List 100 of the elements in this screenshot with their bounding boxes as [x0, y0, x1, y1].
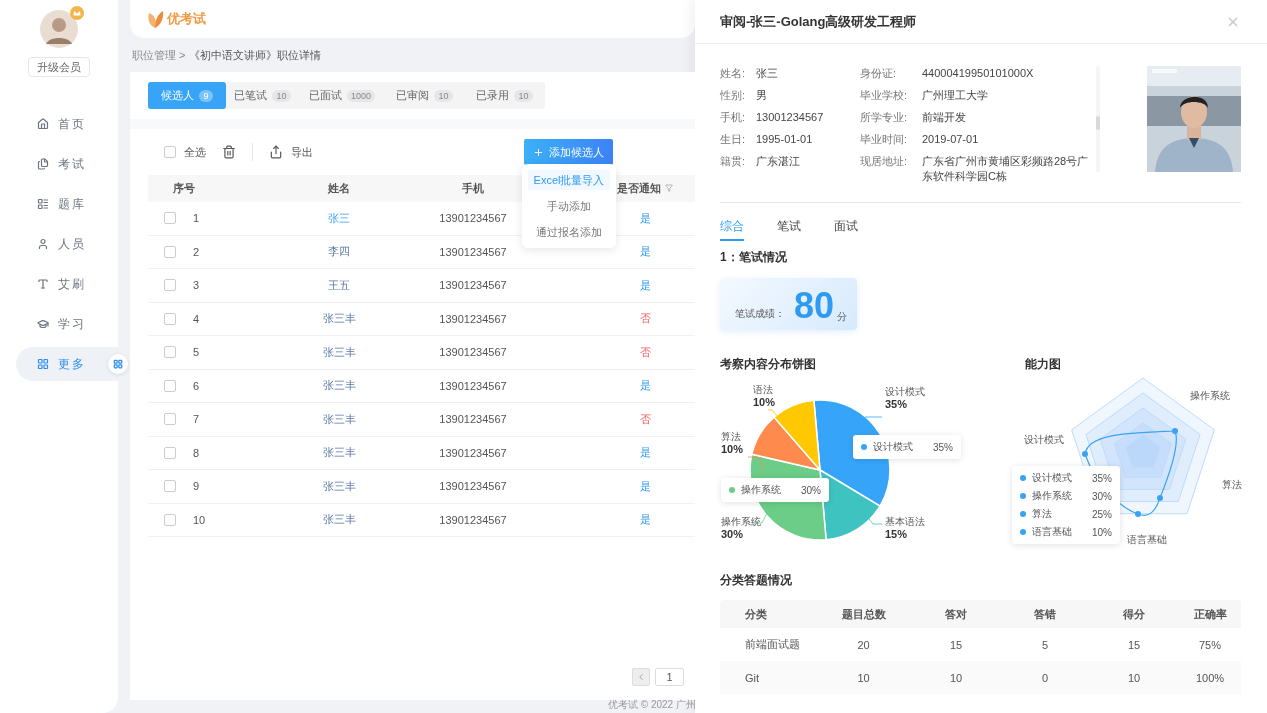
field-label: 现居地址: — [860, 154, 909, 169]
table-cell-text: 5 — [1040, 638, 1050, 651]
menu-item[interactable]: 通过报名添加 — [528, 222, 610, 242]
slice-value: 15% — [885, 528, 908, 540]
tab[interactable]: 已审阅 10 — [385, 82, 464, 109]
table-cell-text: 10 — [1126, 671, 1142, 684]
chart-title: 能力图 — [1025, 356, 1062, 373]
score-card: 笔试成绩： 80 分 — [720, 278, 857, 330]
checkbox[interactable] — [164, 446, 176, 459]
nav-item[interactable]: 更多 — [16, 347, 118, 381]
checkbox[interactable] — [164, 379, 176, 392]
filter-icon[interactable] — [665, 184, 673, 192]
breadcrumb-link[interactable]: 职位管理 > — [132, 47, 186, 63]
field-label: 身份证: — [860, 66, 898, 81]
grid-button[interactable] — [108, 354, 128, 374]
table-cell: 是 — [639, 378, 651, 394]
axis-label: 设计模式 — [1024, 433, 1064, 447]
checkbox[interactable] — [164, 513, 176, 526]
table-cell-text: Git — [744, 671, 761, 684]
slice-label: 算法 — [721, 430, 741, 444]
tab[interactable]: 已面试 1000 — [299, 82, 385, 109]
tab[interactable]: 候选人 9 — [148, 82, 226, 109]
table-cell: 是 — [639, 210, 651, 226]
tab[interactable]: 已笔试 10 — [226, 82, 299, 109]
table-cell: 6 — [193, 379, 200, 392]
field-value: 男 — [756, 88, 768, 103]
grid-icon — [113, 359, 123, 369]
table-cell: 13901234567 — [439, 480, 507, 493]
table-cell: 是 — [639, 277, 651, 293]
checkbox[interactable] — [164, 480, 176, 493]
table-cell: 13901234567 — [439, 413, 507, 426]
nav-item[interactable]: 学习 — [16, 307, 118, 341]
table-cell: 是 — [639, 244, 651, 260]
field-value: 44000419950101000X — [922, 66, 1035, 81]
column-header: 得分 — [1122, 606, 1146, 622]
checkbox[interactable] — [164, 346, 176, 359]
list-icon — [37, 198, 49, 210]
tab[interactable]: 已录用 10 — [464, 82, 545, 109]
name-link[interactable]: 张三丰 — [322, 411, 356, 427]
add-candidate-button[interactable]: 添加候选人 — [524, 139, 613, 165]
table-cell: 8 — [193, 446, 200, 459]
table-cell: 9 — [193, 480, 200, 493]
nav-item[interactable]: 艾刷 — [16, 267, 118, 301]
field-label: 毕业学校: — [860, 88, 909, 103]
menu-item[interactable]: Excel批量导入 — [528, 170, 610, 190]
field-value: 2019-07-01 — [922, 132, 980, 147]
crown-icon — [70, 6, 84, 20]
table-cell: 10 — [193, 513, 206, 526]
letter-icon — [37, 278, 49, 290]
axis-label: 操作系统 — [1190, 389, 1230, 403]
slice-label: 操作系统 — [721, 515, 761, 529]
menu-item[interactable]: 手动添加 — [528, 196, 610, 216]
nav-item[interactable]: 首页 — [16, 107, 118, 141]
avatar[interactable] — [40, 10, 78, 48]
checkbox[interactable] — [164, 245, 176, 258]
table-cell-text: 75% — [1198, 638, 1222, 651]
nav-item[interactable]: 题库 — [16, 187, 118, 221]
table-cell: 13901234567 — [439, 279, 507, 292]
checkbox[interactable] — [164, 212, 176, 225]
field-value: 广东湛江 — [756, 154, 801, 169]
name-link[interactable]: 张三丰 — [322, 478, 356, 494]
name-link[interactable]: 张三丰 — [322, 512, 356, 528]
field-value: 13001234567 — [756, 110, 825, 125]
name-link[interactable]: 张三丰 — [322, 378, 356, 394]
name-link[interactable]: 张三丰 — [322, 344, 356, 360]
trash-icon[interactable] — [222, 145, 236, 159]
field-value: 广州理工大学 — [922, 88, 989, 103]
section-title: 1：笔试情况 — [720, 249, 788, 266]
name-link[interactable]: 张三 — [328, 210, 350, 226]
name-link[interactable]: 张三丰 — [322, 311, 356, 327]
table-cell: 否 — [639, 411, 651, 427]
checkbox[interactable] — [164, 279, 176, 292]
checkbox[interactable] — [164, 312, 176, 325]
column-header: 序号 — [173, 180, 195, 196]
tab[interactable]: 面试 — [834, 211, 858, 241]
grid-icon — [37, 358, 49, 370]
checkbox[interactable] — [164, 146, 176, 158]
chevron-left-icon — [636, 672, 646, 682]
table-cell: 否 — [639, 344, 651, 360]
field-label: 生日: — [720, 132, 747, 147]
leader-line — [747, 456, 765, 471]
table-cell-text: 10 — [856, 671, 871, 684]
table-cell-text: 100% — [1194, 671, 1226, 684]
upgrade-button[interactable]: 升级会员 — [28, 57, 90, 77]
prev-page-button[interactable] — [632, 668, 650, 686]
checkbox[interactable] — [164, 413, 176, 426]
nav-item[interactable]: 人员 — [16, 227, 118, 261]
nav-item[interactable]: 考试 — [16, 147, 118, 181]
page-button[interactable]: 1 — [655, 668, 684, 686]
field-label: 籍贯: — [720, 154, 747, 169]
name-link[interactable]: 王五 — [328, 277, 350, 293]
export-label[interactable]: 导出 — [291, 144, 313, 160]
table-cell-text: 20 — [856, 638, 871, 651]
name-link[interactable]: 李四 — [328, 244, 350, 260]
slice-label: 语法 — [753, 383, 773, 397]
tab[interactable]: 笔试 — [777, 211, 801, 241]
share-icon[interactable] — [269, 145, 283, 159]
plus-icon — [533, 146, 544, 158]
name-link[interactable]: 张三丰 — [322, 445, 356, 461]
tab[interactable]: 综合 — [720, 211, 744, 241]
